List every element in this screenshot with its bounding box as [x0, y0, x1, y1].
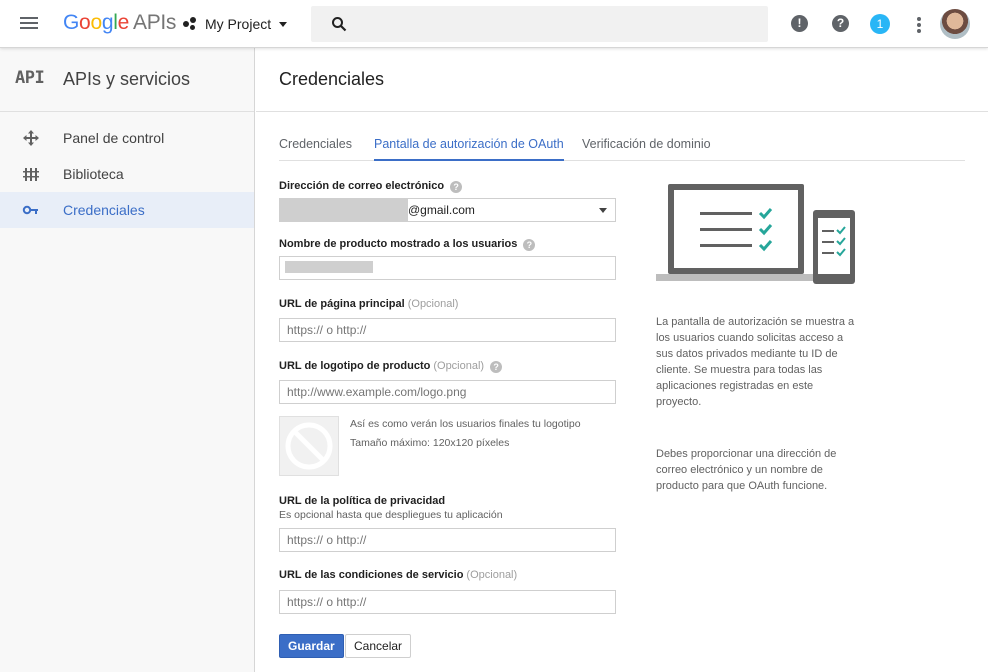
sidebar-title: APIs y servicios [63, 69, 191, 89]
search-icon [332, 17, 347, 32]
consent-info-text: La pantalla de autorización se muestra a… [656, 316, 855, 408]
notification-badge: 1 [870, 14, 890, 34]
google-apis-logo[interactable]: Google APIs [63, 11, 176, 35]
api-logo-icon: API [15, 68, 45, 88]
logo-preview-note: Así es como verán los usuarios finales t… [350, 418, 581, 430]
logo-url-label: URL de logotipo de producto (Opcional)? [279, 360, 503, 373]
library-icon [23, 168, 39, 181]
tab-credentials[interactable]: Credenciales [279, 137, 352, 161]
project-label: My Project [205, 16, 272, 32]
help-icon[interactable]: ? [831, 14, 851, 34]
homepage-url-field[interactable]: https:// o http:// [279, 318, 616, 342]
consent-illustration [656, 184, 855, 284]
email-select[interactable]: @gmail.com [279, 198, 616, 222]
notifications-icon[interactable]: 1 [870, 14, 890, 34]
product-name-label: Nombre de producto mostrado a los usuari… [279, 238, 536, 251]
tab-bar: Credenciales Pantalla de autorización de… [279, 135, 965, 161]
logo-size-note: Tamaño máximo: 120x120 píxeles [350, 437, 510, 449]
project-selector[interactable]: My Project [183, 14, 288, 34]
sidebar: API APIs y servicios Panel de control Bi… [0, 48, 255, 672]
product-name-field[interactable] [279, 256, 616, 280]
key-icon [22, 205, 38, 215]
sidebar-item-library[interactable]: Biblioteca [0, 156, 254, 192]
privacy-url-field[interactable]: https:// o http:// [279, 528, 616, 552]
sidebar-item-dashboard[interactable]: Panel de control [0, 120, 254, 156]
dashboard-icon [23, 130, 39, 146]
terms-label: URL de las condiciones de servicio (Opcio… [279, 569, 518, 581]
help-icon[interactable]: ? [450, 181, 463, 193]
sidebar-header: API APIs y servicios [0, 48, 254, 112]
homepage-label: URL de página principal (Opcional) [279, 298, 459, 310]
redacted-product-name [285, 261, 373, 273]
help-icon[interactable]: ? [490, 361, 503, 373]
logo-url-field[interactable]: http://www.example.com/logo.png [279, 380, 616, 404]
chevron-down-icon [279, 21, 288, 27]
privacy-sublabel: Es opcional hasta que despliegues tu apl… [279, 509, 503, 521]
tab-oauth-consent[interactable]: Pantalla de autorización de OAuth [374, 137, 564, 161]
page-header: Credenciales [256, 48, 988, 112]
email-label: Dirección de correo electrónico? [279, 180, 463, 193]
more-options-icon[interactable] [909, 15, 929, 35]
search-input[interactable] [311, 6, 768, 42]
project-icon [183, 17, 199, 31]
help-icon[interactable]: ? [523, 239, 536, 251]
no-image-icon [285, 422, 333, 470]
requirement-info-text: Debes proporcionar una dirección de corr… [656, 448, 837, 492]
logo-preview [279, 416, 339, 476]
top-app-bar: Google APIs My Project ! ? 1 [0, 0, 988, 48]
page-title: Credenciales [279, 69, 385, 89]
feedback-icon[interactable]: ! [790, 14, 810, 34]
chevron-down-icon [599, 208, 607, 213]
cancel-button[interactable]: Cancelar [345, 634, 412, 658]
avatar[interactable] [940, 9, 970, 39]
main-content: Credenciales Credenciales Pantalla de au… [256, 48, 988, 672]
save-button[interactable]: Guardar [279, 634, 344, 658]
sidebar-item-credentials[interactable]: Credenciales [0, 192, 254, 228]
laptop-base [656, 274, 820, 281]
tab-domain-verification[interactable]: Verificación de dominio [582, 137, 711, 161]
terms-url-field[interactable]: https:// o http:// [279, 590, 616, 614]
privacy-label: URL de la política de privacidad [279, 495, 446, 507]
redacted-email [280, 199, 408, 221]
menu-icon[interactable] [20, 14, 40, 34]
